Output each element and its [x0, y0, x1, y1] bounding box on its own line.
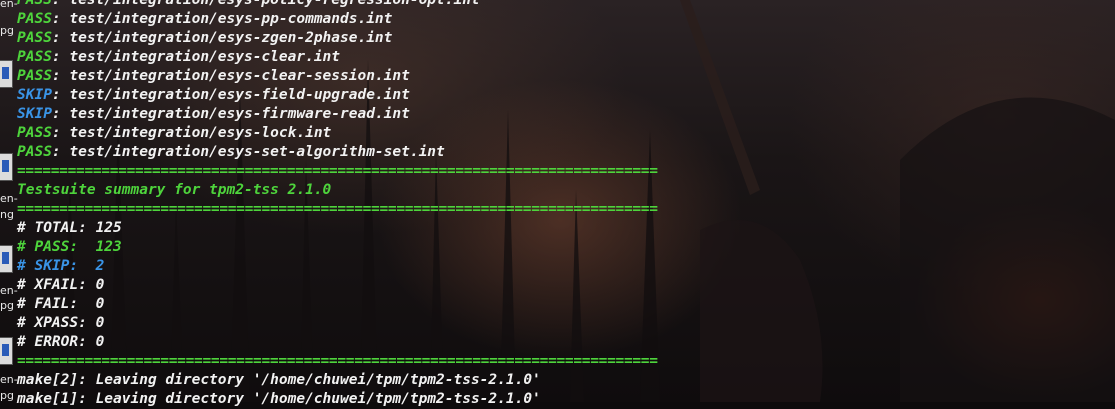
- desktop-icon-label: en-: [0, 192, 18, 205]
- desktop-file-icon[interactable]: [0, 60, 13, 88]
- terminal-output[interactable]: PASS: test/integration/esys-policy-regre…: [17, 0, 1115, 409]
- skip-status: SKIP: [17, 106, 52, 122]
- test-path: : test/integration/esys-set-algorithm-se…: [51, 144, 445, 160]
- pass-status: PASS: [17, 68, 52, 84]
- desktop-icon-label: en-: [0, 373, 18, 386]
- pass-status: PASS: [17, 144, 52, 160]
- make-output-line: make[2]: Leaving directory '/home/chuwei…: [17, 372, 541, 388]
- test-path: : test/integration/esys-lock.int: [51, 125, 332, 141]
- test-path: : test/integration/esys-clear-session.in…: [51, 68, 410, 84]
- summary-fail: # FAIL: 0: [17, 296, 105, 312]
- separator-line: ========================================…: [17, 163, 658, 179]
- test-path: : test/integration/esys-zgen-2phase.int: [51, 30, 393, 46]
- summary-title: Testsuite summary for tpm2-tss 2.1.0: [17, 182, 332, 198]
- test-result-line: PASS: test/integration/esys-zgen-2phase.…: [17, 29, 1115, 48]
- pass-status: PASS: [17, 11, 52, 27]
- desktop-file-icon[interactable]: [0, 245, 13, 273]
- desktop-file-icon[interactable]: [0, 337, 13, 365]
- desktop-icon-label: pg: [0, 299, 14, 312]
- test-result-line: SKIP: test/integration/esys-field-upgrad…: [17, 86, 1115, 105]
- desktop-icon-label: ng: [0, 208, 14, 221]
- pass-status: PASS: [17, 49, 52, 65]
- test-path: : test/integration/esys-clear.int: [51, 49, 341, 65]
- summary-xfail: # XFAIL: 0: [17, 277, 105, 293]
- summary-pass: # PASS: 123: [17, 239, 122, 255]
- test-path: : test/integration/esys-policy-regressio…: [51, 0, 480, 8]
- test-result-line: SKIP: test/integration/esys-firmware-rea…: [17, 105, 1115, 124]
- pass-status: PASS: [17, 125, 52, 141]
- separator-line: ========================================…: [17, 201, 658, 217]
- test-path: : test/integration/esys-field-upgrade.in…: [51, 87, 410, 103]
- separator-line: ========================================…: [17, 353, 658, 369]
- test-result-line: PASS: test/integration/esys-set-algorith…: [17, 143, 1115, 162]
- test-result-line: PASS: test/integration/esys-policy-regre…: [17, 0, 1115, 10]
- desktop-icon-label: pg: [0, 389, 14, 402]
- test-result-line: PASS: test/integration/esys-lock.int: [17, 124, 1115, 143]
- test-result-line: PASS: test/integration/esys-pp-commands.…: [17, 10, 1115, 29]
- desktop-icon-label: en-: [0, 0, 18, 10]
- test-result-line: PASS: test/integration/esys-clear.int: [17, 48, 1115, 67]
- summary-skip: # SKIP: 2: [17, 258, 105, 274]
- skip-status: SKIP: [17, 87, 52, 103]
- summary-xpass: # XPASS: 0: [17, 315, 105, 331]
- test-path: : test/integration/esys-pp-commands.int: [51, 11, 393, 27]
- desktop-file-icon[interactable]: [0, 153, 13, 181]
- summary-error: # ERROR: 0: [17, 334, 105, 350]
- summary-total: # TOTAL: 125: [17, 220, 122, 236]
- make-output-line: make[1]: Leaving directory '/home/chuwei…: [17, 391, 541, 407]
- pass-status: PASS: [17, 30, 52, 46]
- desktop-icon-strip: en- pg en- ng en- pg en- pg: [0, 0, 18, 402]
- test-path: : test/integration/esys-firmware-read.in…: [51, 106, 410, 122]
- desktop-icon-label: pg: [0, 24, 14, 37]
- pass-status: PASS: [17, 0, 52, 8]
- test-result-line: PASS: test/integration/esys-clear-sessio…: [17, 67, 1115, 86]
- desktop-icon-label: en-: [0, 284, 18, 297]
